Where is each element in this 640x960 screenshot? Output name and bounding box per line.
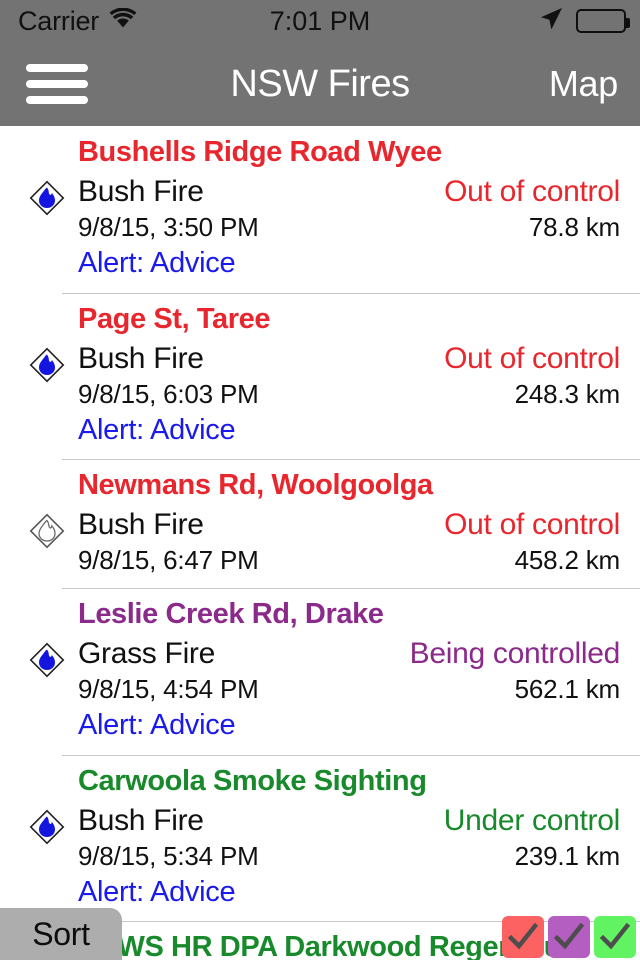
fire-detail-body: Bush Fire Out of control 9/8/15, 6:47 PM 45… [16,505,624,578]
fire-diamond-icon-outline [16,505,78,553]
fire-detail-columns: Bush Fire Out of control 9/8/15, 6:03 PM 24… [78,339,624,449]
fire-diamond-icon-blue [16,634,78,682]
battery-full-icon [576,9,630,33]
fire-title: Carwoola Smoke Sighting [78,764,427,797]
fire-type-status-line: Bush Fire Out of control [78,505,624,544]
status-bar-right [538,6,630,37]
fire-date-distance-line: 9/8/15, 5:34 PM 239.1 km [78,840,624,874]
fire-status: Out of control [444,175,620,209]
fire-alert-level: Alert: Advice [78,413,236,446]
fire-list-item[interactable]: Leslie Creek Rd, Drake Grass Fire Being co… [0,588,640,755]
filter-button-group [502,916,636,958]
fire-date: 9/8/15, 3:50 PM [78,212,259,243]
fire-detail-body: Bush Fire Under control 9/8/15, 5:34 PM 239… [16,801,624,911]
fire-alert-level: Alert: Advice [78,875,236,908]
fire-date: 9/8/15, 6:47 PM [78,545,259,576]
location-arrow-icon [538,6,564,37]
fire-distance: 248.3 km [514,378,621,409]
fire-detail-body: Grass Fire Being controlled 9/8/15, 4:54 P… [16,634,624,744]
page-title: NSW Fires [230,62,410,105]
fire-detail-body: Bush Fire Out of control 9/8/15, 6:03 PM 24… [16,339,624,449]
fire-type: Bush Fire [78,175,204,209]
status-bar: Carrier 7:01 PM [0,0,640,42]
fire-title: Bushells Ridge Road Wyee [78,136,442,168]
navigation-bar: NSW Fires Map [0,42,640,126]
fire-detail-columns: Bush Fire Out of control 9/8/15, 6:47 PM 45… [78,505,624,578]
fire-date: 9/8/15, 6:03 PM [78,378,259,409]
fire-status: Out of control [444,341,620,375]
fire-detail-body: Bush Fire Out of control 9/8/15, 3:50 PM 78… [16,172,624,282]
sort-button-label: Sort [32,915,90,952]
fire-alert-level: Alert: Advice [78,709,236,741]
fire-date-distance-line: 9/8/15, 3:50 PM 78.8 km [78,211,624,245]
check-icon [507,922,539,950]
fire-date-distance-line: 9/8/15, 6:47 PM 458.2 km [78,544,624,578]
fire-type: Bush Fire [78,803,204,837]
fire-title: Newmans Rd, Woolgoolga [78,469,433,502]
fire-type: Bush Fire [78,508,204,542]
fire-alert-level: Alert: Advice [78,246,236,279]
fire-date: 9/8/15, 5:34 PM [78,840,259,871]
check-icon [553,922,585,950]
filter-out-of-control[interactable] [502,916,544,958]
fire-diamond-icon-blue [16,172,78,220]
fire-type-status-line: Bush Fire Out of control [78,172,624,211]
filter-under-control[interactable] [594,916,636,958]
fire-status: Being controlled [409,637,621,671]
fire-type: Bush Fire [78,341,204,375]
fire-status: Under control [443,803,621,837]
check-icon [599,922,631,950]
fire-list-item[interactable]: Carwoola Smoke Sighting Bush Fire Under co… [0,754,640,922]
app-root: Carrier 7:01 PM NSW Fires Map Bushells R… [0,0,640,960]
fire-list-item[interactable]: Page St, Taree Bush Fire Out of control 9/8… [0,292,640,460]
fire-date-distance-line: 9/8/15, 6:03 PM 248.3 km [78,378,624,412]
sort-button[interactable]: Sort [0,908,122,960]
fire-date: 9/8/15, 4:54 PM [78,674,259,705]
fire-distance: 458.2 km [514,545,621,576]
fire-date-distance-line: 9/8/15, 4:54 PM 562.1 km [78,673,624,707]
fire-diamond-icon-blue [16,339,78,387]
filter-being-controlled[interactable] [548,916,590,958]
fire-distance: 562.1 km [514,674,621,705]
fire-diamond-icon-blue [16,801,78,849]
fire-distance: 78.8 km [528,212,620,243]
fire-distance: 239.1 km [514,840,621,871]
fire-list-item[interactable]: Newmans Rd, Woolgoolga Bush Fire Out of co… [0,459,640,589]
fire-title: Page St, Taree [78,302,271,335]
fire-type-status-line: Bush Fire Under control [78,801,624,840]
fire-type-status-line: Grass Fire Being controlled [78,634,624,673]
fire-list[interactable]: Bushells Ridge Road Wyee Bush Fire Out of … [0,126,640,960]
fire-title: Leslie Creek Rd, Drake [78,598,384,631]
fire-type: Grass Fire [78,637,216,671]
fire-status: Out of control [444,508,620,542]
map-button[interactable]: Map [549,63,618,105]
fire-list-item[interactable]: Bushells Ridge Road Wyee Bush Fire Out of … [0,126,640,293]
fire-type-status-line: Bush Fire Out of control [78,339,624,378]
fire-detail-columns: Bush Fire Under control 9/8/15, 5:34 PM 239… [78,801,624,911]
fire-detail-columns: Grass Fire Being controlled 9/8/15, 4:54 P… [78,634,624,744]
fire-detail-columns: Bush Fire Out of control 9/8/15, 3:50 PM 78… [78,172,624,282]
